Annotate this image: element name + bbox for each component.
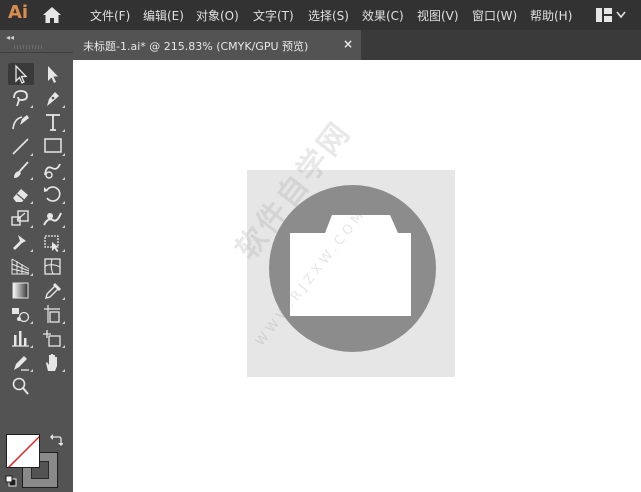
hand-tool-icon[interactable] xyxy=(40,351,66,373)
panel-divider xyxy=(0,52,73,53)
rotate-tool-icon[interactable] xyxy=(40,183,66,205)
menu-bar: Ai 文件(F) 编辑(E) 对象(O) 文字(T) 选择(S) 效果(C) 视… xyxy=(0,0,641,30)
home-icon[interactable] xyxy=(42,6,62,24)
slice-tool-icon[interactable] xyxy=(40,327,66,349)
gradient-tool-icon[interactable] xyxy=(8,279,34,301)
pen-tool-icon[interactable] xyxy=(40,87,66,109)
close-icon[interactable]: × xyxy=(343,37,353,51)
app-logo: Ai xyxy=(8,2,29,23)
direct-selection-tool-icon[interactable] xyxy=(40,63,66,85)
scale-tool-icon[interactable] xyxy=(8,207,34,229)
rectangle-tool-icon[interactable] xyxy=(40,135,66,157)
magic-wand-tool-icon[interactable] xyxy=(8,87,34,109)
none-slash-icon xyxy=(7,435,39,467)
document-tab-title: 未标题-1.ai* @ 215.83% (CMYK/GPU 预览) xyxy=(83,40,309,53)
paintbrush-tool-icon[interactable] xyxy=(8,159,34,181)
warp-tool-icon[interactable] xyxy=(40,207,66,229)
eraser-tool-icon[interactable] xyxy=(8,183,34,205)
workspace-switcher-icon[interactable] xyxy=(596,8,612,22)
shaper-tool-icon[interactable] xyxy=(40,159,66,181)
symbol-sprayer-tool-icon[interactable] xyxy=(8,303,34,325)
artboard-tool-icon[interactable] xyxy=(40,303,66,325)
menu-window[interactable]: 窗口(W) xyxy=(472,7,517,24)
selection-tool-icon[interactable] xyxy=(8,63,34,85)
chevron-down-icon[interactable] xyxy=(616,11,626,19)
document-tab-bar: 未标题-1.ai* @ 215.83% (CMYK/GPU 预览) × xyxy=(73,30,641,60)
menu-object[interactable]: 对象(O) xyxy=(196,7,239,24)
curvature-tool-icon[interactable] xyxy=(8,111,34,133)
default-fill-stroke-icon[interactable] xyxy=(5,475,17,487)
line-segment-tool-icon[interactable] xyxy=(8,135,34,157)
tools-panel: ◂◂ xyxy=(0,30,73,492)
mesh-tool-icon[interactable] xyxy=(40,255,66,277)
menu-edit[interactable]: 编辑(E) xyxy=(143,7,184,24)
swap-fill-stroke-icon[interactable] xyxy=(49,434,63,448)
eyedropper-tool-icon[interactable] xyxy=(40,279,66,301)
type-tool-icon[interactable] xyxy=(40,111,66,133)
menu-help[interactable]: 帮助(H) xyxy=(530,7,572,24)
panel-grip[interactable] xyxy=(14,45,44,49)
brush-edit-tool-icon[interactable] xyxy=(8,351,34,373)
document-tab[interactable]: 未标题-1.ai* @ 215.83% (CMYK/GPU 预览) × xyxy=(73,30,361,60)
collapse-panel-icon[interactable]: ◂◂ xyxy=(6,33,14,42)
puppet-warp-tool-icon[interactable] xyxy=(8,231,34,253)
free-transform-tool-icon[interactable] xyxy=(40,231,66,253)
menu-effect[interactable]: 效果(C) xyxy=(362,7,404,24)
canvas[interactable]: 软件自学网 WWW.RJZXW.COM xyxy=(73,60,641,492)
fill-swatch[interactable] xyxy=(6,434,40,468)
column-graph-tool-icon[interactable] xyxy=(8,327,34,349)
menu-file[interactable]: 文件(F) xyxy=(90,7,130,24)
menu-view[interactable]: 视图(V) xyxy=(417,7,459,24)
zoom-tool-icon[interactable] xyxy=(8,375,34,397)
perspective-grid-tool-icon[interactable] xyxy=(8,255,34,277)
menu-select[interactable]: 选择(S) xyxy=(308,7,349,24)
menu-type[interactable]: 文字(T) xyxy=(253,7,294,24)
